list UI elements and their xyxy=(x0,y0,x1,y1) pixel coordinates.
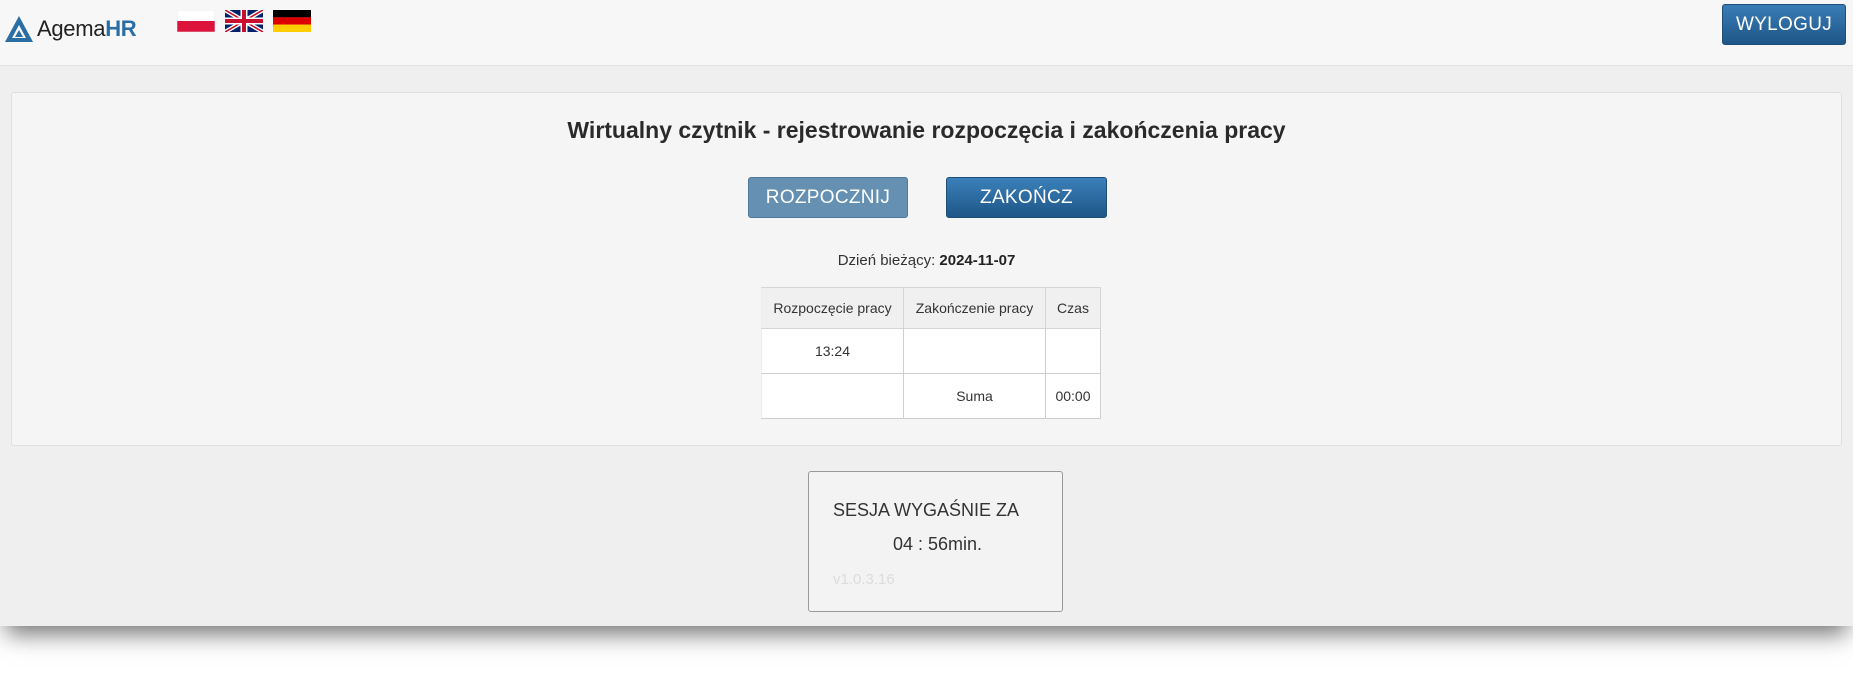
logout-button[interactable]: WYLOGUJ xyxy=(1722,4,1846,45)
top-bar: AgemaHR WYLOGUJ xyxy=(0,0,1853,66)
flag-uk-icon[interactable] xyxy=(225,10,263,32)
sum-label: Suma xyxy=(903,373,1046,419)
logo-text: AgemaHR xyxy=(37,16,137,41)
flag-germany-icon[interactable] xyxy=(273,10,311,32)
work-time-table: Rozpoczęcie pracy Zakończenie pracy Czas… xyxy=(761,287,1101,419)
logo-triangle-icon xyxy=(5,16,33,42)
app-window: AgemaHR WYLOGUJ Wirtualny czytnik - reje… xyxy=(0,0,1853,626)
cell-duration xyxy=(1045,328,1101,374)
current-date: Dzień bieżący: 2024-11-07 xyxy=(12,252,1841,269)
cell-end-time xyxy=(903,328,1046,374)
start-work-button[interactable]: ROZPOCZNIJ xyxy=(748,177,908,218)
cell-start-time: 13:24 xyxy=(761,328,904,374)
page-title: Wirtualny czytnik - rejestrowanie rozpoc… xyxy=(567,117,1286,143)
sum-value: 00:00 xyxy=(1045,373,1101,419)
session-expiry-label: SESJA WYGAŚNIE ZA xyxy=(833,500,1020,520)
current-date-label: Dzień bieżący: xyxy=(837,252,936,269)
cell-empty xyxy=(761,373,904,419)
virtual-reader-panel: Wirtualny czytnik - rejestrowanie rozpoc… xyxy=(11,92,1842,446)
app-version: v1.0.3.16 xyxy=(833,571,895,588)
session-countdown: 04 : 56min. xyxy=(893,534,983,554)
table-header-row: Rozpoczęcie pracy Zakończenie pracy Czas xyxy=(761,287,1101,329)
agemahr-logo: AgemaHR xyxy=(4,9,137,49)
flag-poland-icon[interactable] xyxy=(177,10,215,32)
table-row: 13:24 xyxy=(761,328,1101,374)
end-work-button[interactable]: ZAKOŃCZ xyxy=(946,177,1107,218)
column-header-start: Rozpoczęcie pracy xyxy=(761,287,904,329)
current-date-value: 2024-11-07 xyxy=(939,252,1016,269)
column-header-end: Zakończenie pracy xyxy=(903,287,1046,329)
language-switcher xyxy=(177,10,311,32)
session-timer-box: SESJA WYGAŚNIE ZA 04 : 56min. v1.0.3.16 xyxy=(808,471,1063,612)
column-header-time: Czas xyxy=(1045,287,1101,329)
table-sum-row: Suma 00:00 xyxy=(761,373,1101,419)
